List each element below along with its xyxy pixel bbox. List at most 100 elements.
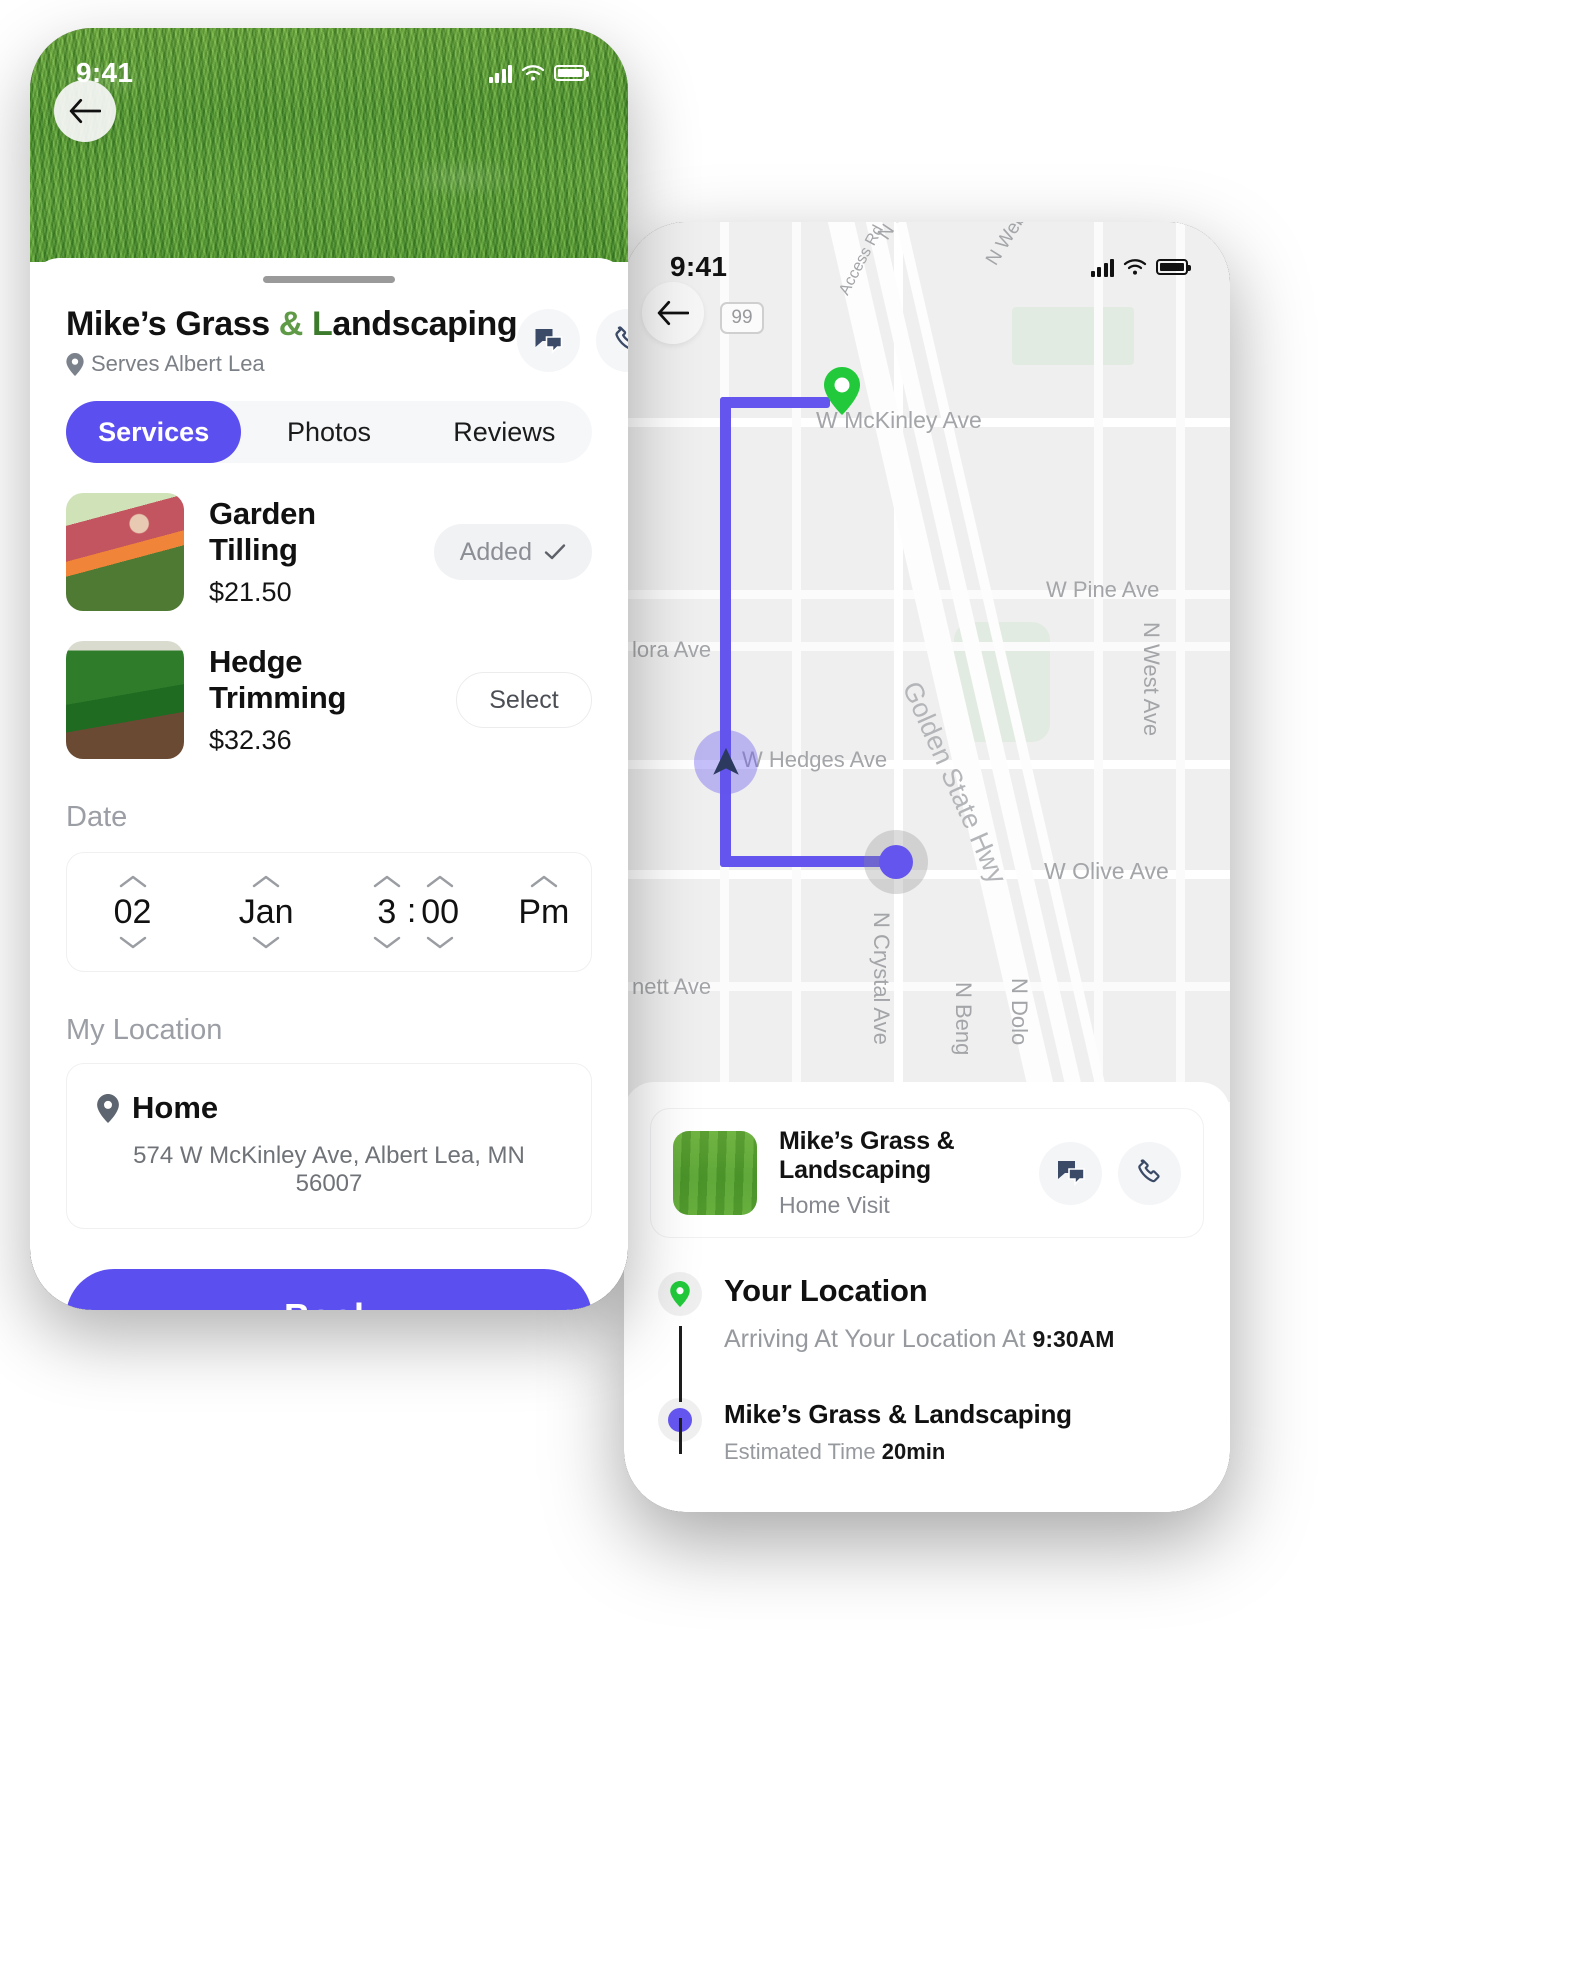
timeline-connector <box>679 1418 682 1454</box>
navigation-arrow-icon <box>694 730 758 794</box>
call-button[interactable] <box>596 309 628 372</box>
trip-timeline: Your Location Arriving At Your Location … <box>650 1272 1204 1465</box>
tab-photos[interactable]: Photos <box>241 401 416 463</box>
provider-actions <box>1039 1141 1181 1205</box>
day-stepper[interactable]: 02 <box>67 874 198 950</box>
highway-shield-99: 99 <box>720 302 764 334</box>
call-button[interactable] <box>1118 1141 1181 1205</box>
chat-button[interactable] <box>1039 1141 1102 1205</box>
business-name-amp: & <box>278 305 304 343</box>
provider-service-type: Home Visit <box>779 1192 890 1218</box>
chevron-up-icon <box>530 875 558 888</box>
month-value: Jan <box>238 893 294 931</box>
location-header: Home <box>97 1090 561 1126</box>
chevron-down-icon <box>373 936 401 949</box>
business-name: Mike’s Grass & Landscaping <box>66 305 518 344</box>
chevron-up-icon <box>426 875 454 888</box>
timeline-connector <box>679 1326 682 1402</box>
timeline-sub-value: 20min <box>881 1439 946 1464</box>
service-select-button[interactable]: Select <box>456 672 592 728</box>
trip-provider-card[interactable]: Mike’s Grass & Landscaping Home Visit <box>650 1108 1204 1238</box>
location-card[interactable]: Home 574 W McKinley Ave, Albert Lea, MN … <box>66 1063 592 1229</box>
timeline-item-your-location: Your Location Arriving At Your Location … <box>658 1272 1204 1354</box>
timeline-sub-label: Arriving At Your Location At <box>724 1325 1026 1353</box>
service-added-button[interactable]: Added <box>433 524 592 580</box>
serves-label: Serves Albert Lea <box>91 351 265 376</box>
timeline-sub-label: Estimated Time <box>724 1439 876 1464</box>
service-action-label: Select <box>489 685 559 714</box>
time-stepper-group[interactable]: 3 : 00 <box>334 874 496 950</box>
business-service-area: Serves Albert Lea <box>66 351 517 377</box>
chat-bubbles-icon <box>535 328 563 354</box>
section-tabs: Services Photos Reviews <box>66 401 592 463</box>
map-label-pine-ave: W Pine Ave <box>1046 577 1160 602</box>
service-thumbnail <box>66 641 184 759</box>
tab-services[interactable]: Services <box>66 401 242 463</box>
map-label-olive-ave: W Olive Ave <box>1044 858 1169 884</box>
service-price: $32.36 <box>209 725 292 755</box>
booking-phone-frame: 9:41 #phone-left .sb-bars i { background… <box>30 28 628 1310</box>
tracking-phone-screen: 99 N Golden State Blvd N Weber Ave Acces… <box>624 222 1230 1512</box>
meridiem-stepper[interactable]: Pm <box>497 874 591 950</box>
time-separator: : <box>406 892 417 930</box>
chevron-down-icon <box>119 936 146 949</box>
map-label-crystal-ave: N Crystal Ave <box>869 912 894 1045</box>
map-pin-icon <box>66 352 84 376</box>
back-button[interactable] <box>54 80 116 142</box>
chat-button[interactable] <box>517 309 581 372</box>
booking-sheet: Mike’s Grass & Landscaping Serves Albert… <box>30 258 628 1310</box>
back-arrow-icon <box>69 98 101 124</box>
route-segment-vertical <box>720 397 731 867</box>
tracking-bottom-sheet: Mike’s Grass & Landscaping Home Visit Yo… <box>624 1082 1230 1512</box>
timeline-subtitle: Arriving At Your Location At 9:30AM <box>724 1325 1114 1354</box>
provider-name: Mike’s Grass & Landscaping <box>779 1127 955 1184</box>
hero-grass-image <box>30 28 628 262</box>
business-actions <box>517 305 628 372</box>
tracking-phone-frame: 99 N Golden State Blvd N Weber Ave Acces… <box>624 222 1230 1512</box>
location-address: 574 W McKinley Ave, Albert Lea, MN 56007 <box>133 1142 525 1197</box>
check-icon <box>544 544 566 560</box>
chevron-down-icon <box>252 936 280 949</box>
business-name-part2: L <box>302 305 333 343</box>
purple-destination-dot-icon <box>864 830 928 894</box>
service-price: $21.50 <box>209 577 292 607</box>
hour-stepper[interactable]: 3 <box>372 874 402 950</box>
month-stepper[interactable]: Jan <box>198 874 334 950</box>
route-segment-top <box>720 397 830 408</box>
book-button[interactable]: Book <box>66 1269 592 1310</box>
timeline-title: Mike’s Grass & Landscaping <box>724 1399 1072 1429</box>
provider-thumbnail <box>673 1131 757 1215</box>
service-action-label: Added <box>459 537 532 566</box>
date-time-picker[interactable]: 02 Jan 3 : 00 Pm <box>66 852 592 972</box>
minute-stepper[interactable]: 00 <box>421 874 459 950</box>
phone-handset-icon <box>1137 1159 1160 1183</box>
service-row[interactable]: Garden Tilling $21.50 Added <box>66 493 592 611</box>
service-info: Hedge Trimming $32.36 <box>209 644 431 756</box>
date-section-label: Date <box>66 801 128 833</box>
screenshot-stage: 99 N Golden State Blvd N Weber Ave Acces… <box>0 0 1574 1970</box>
map-label-bennett-ave: nett Ave <box>632 974 712 999</box>
chevron-up-icon <box>119 875 146 888</box>
map-back-button[interactable] <box>642 282 704 344</box>
minute-value: 00 <box>421 893 460 931</box>
timeline-item-content: Mike’s Grass & Landscaping Estimated Tim… <box>724 1398 1072 1465</box>
service-title: Garden Tilling <box>209 496 316 567</box>
map-street-bennett <box>624 982 1230 991</box>
service-title: Hedge Trimming <box>209 644 347 715</box>
business-identity: Mike’s Grass & Landscaping Serves Albert… <box>66 305 518 377</box>
phone-handset-icon <box>615 326 628 349</box>
green-location-pin-icon <box>658 1272 702 1316</box>
chevron-up-icon <box>373 875 401 888</box>
provider-info: Mike’s Grass & Landscaping Home Visit <box>779 1127 1017 1219</box>
map-label-flora-ave: lora Ave <box>632 637 712 662</box>
service-row[interactable]: Hedge Trimming $32.36 Select <box>66 641 592 759</box>
timeline-item-content: Your Location Arriving At Your Location … <box>724 1272 1114 1354</box>
location-title: Home <box>132 1090 219 1125</box>
map-label-hedges-ave: W Hedges Ave <box>742 747 888 772</box>
sheet-grabber[interactable] <box>263 276 395 283</box>
tab-reviews[interactable]: Reviews <box>417 401 592 463</box>
map-park-polygon <box>1012 307 1134 365</box>
chevron-down-icon <box>426 936 454 949</box>
map-label-dolo: N Dolo <box>1007 978 1032 1046</box>
chat-bubbles-icon <box>1057 1161 1085 1186</box>
